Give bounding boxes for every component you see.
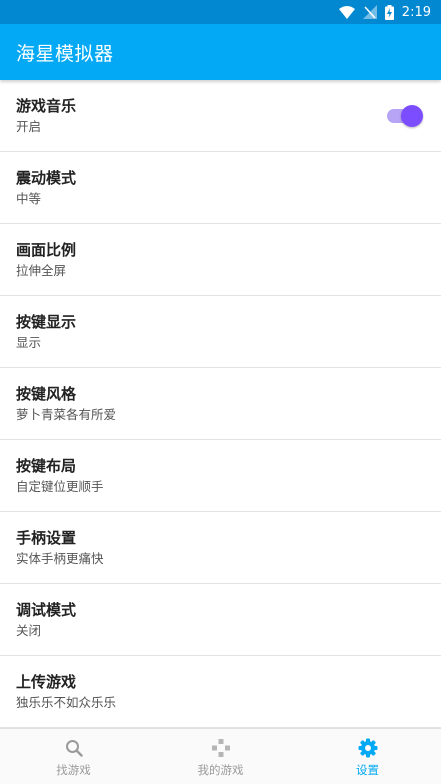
settings-list[interactable]: 游戏音乐 开启 震动模式 中等 画面比例 拉伸全屏 按键显示 显示 按键风格 萝… [0, 80, 441, 728]
setting-summary: 开启 [16, 119, 42, 134]
nav-label: 找游戏 [56, 762, 91, 777]
setting-title: 画面比例 [16, 241, 77, 259]
nav-settings[interactable]: 设置 [294, 729, 441, 784]
app-bar: 海星模拟器 [0, 24, 441, 80]
nav-my-games[interactable]: 我的游戏 [147, 729, 294, 784]
setting-title: 震动模式 [16, 169, 77, 187]
setting-title: 按键布局 [16, 457, 77, 475]
battery-charging-icon [384, 4, 394, 20]
nav-find-games[interactable]: 找游戏 [0, 729, 147, 784]
gamepad-icon [211, 738, 231, 758]
setting-summary: 显示 [16, 335, 42, 350]
bottom-nav: 找游戏 我的游戏 设置 [0, 728, 441, 784]
status-bar: 2:19 [0, 0, 441, 24]
setting-aspect-ratio[interactable]: 画面比例 拉伸全屏 [0, 224, 441, 296]
setting-vibration-mode[interactable]: 震动模式 中等 [0, 152, 441, 224]
setting-button-display[interactable]: 按键显示 显示 [0, 296, 441, 368]
setting-summary: 拉伸全屏 [16, 263, 67, 278]
setting-debug-mode[interactable]: 调试模式 关闭 [0, 584, 441, 656]
search-icon [64, 738, 84, 758]
game-music-toggle[interactable] [385, 105, 423, 127]
setting-summary: 萝卜青菜各有所爱 [16, 407, 117, 422]
setting-title: 上传游戏 [16, 673, 77, 691]
setting-summary: 独乐乐不如众乐乐 [16, 695, 117, 710]
setting-summary: 实体手柄更痛快 [16, 551, 104, 566]
no-signal-icon [362, 5, 377, 19]
setting-title: 按键风格 [16, 385, 77, 403]
setting-gamepad[interactable]: 手柄设置 实体手柄更痛快 [0, 512, 441, 584]
setting-title: 游戏音乐 [16, 97, 77, 115]
app-title: 海星模拟器 [16, 42, 114, 65]
nav-label: 设置 [356, 762, 379, 777]
setting-button-style[interactable]: 按键风格 萝卜青菜各有所爱 [0, 368, 441, 440]
setting-game-music[interactable]: 游戏音乐 开启 [0, 80, 441, 152]
setting-title: 按键显示 [16, 313, 77, 331]
toggle-thumb [401, 105, 423, 127]
wifi-icon [338, 5, 355, 19]
setting-upload-game[interactable]: 上传游戏 独乐乐不如众乐乐 [0, 656, 441, 728]
setting-summary: 自定键位更顺手 [16, 479, 104, 494]
status-time: 2:19 [401, 4, 431, 20]
setting-summary: 中等 [16, 191, 42, 206]
setting-title: 调试模式 [16, 601, 77, 619]
setting-button-layout[interactable]: 按键布局 自定键位更顺手 [0, 440, 441, 512]
setting-summary: 关闭 [16, 623, 42, 638]
setting-title: 手柄设置 [16, 529, 77, 547]
nav-label: 我的游戏 [197, 762, 244, 777]
gear-icon [358, 738, 378, 758]
